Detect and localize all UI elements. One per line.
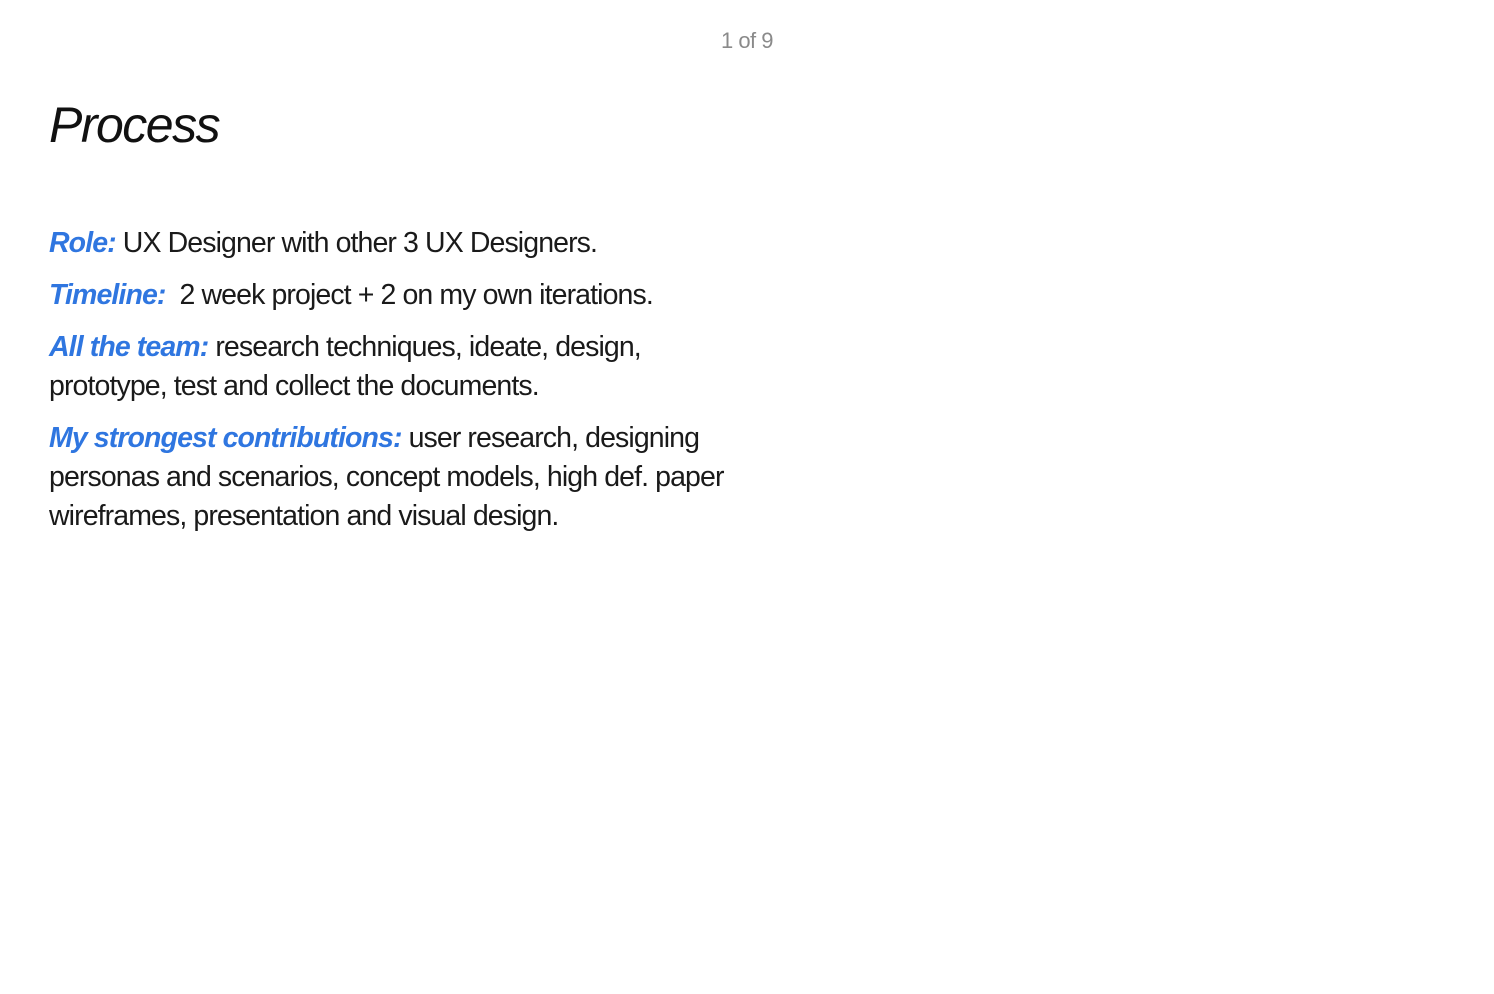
team-label: All the team: (49, 331, 209, 363)
role-text: UX Designer with other 3 UX Designers. (115, 227, 598, 259)
timeline-label: Timeline: (49, 279, 166, 311)
slide-title: Process (49, 97, 221, 153)
timeline-text: 2 week project + 2 on my own iterations. (165, 279, 654, 311)
role-entry: Role: UX Designer with other 3 UX Design… (49, 224, 739, 263)
contributions-label: My strongest contributions: (49, 422, 402, 454)
contributions-entry: My strongest contributions: user researc… (49, 419, 739, 536)
team-entry: All the team: research techniques, ideat… (49, 328, 739, 406)
timeline-entry: Timeline: 2 week project + 2 on my own i… (49, 276, 739, 315)
page-counter: 1 of 9 (720, 28, 774, 53)
process-details: Role: UX Designer with other 3 UX Design… (49, 224, 739, 549)
role-label: Role: (49, 227, 117, 259)
